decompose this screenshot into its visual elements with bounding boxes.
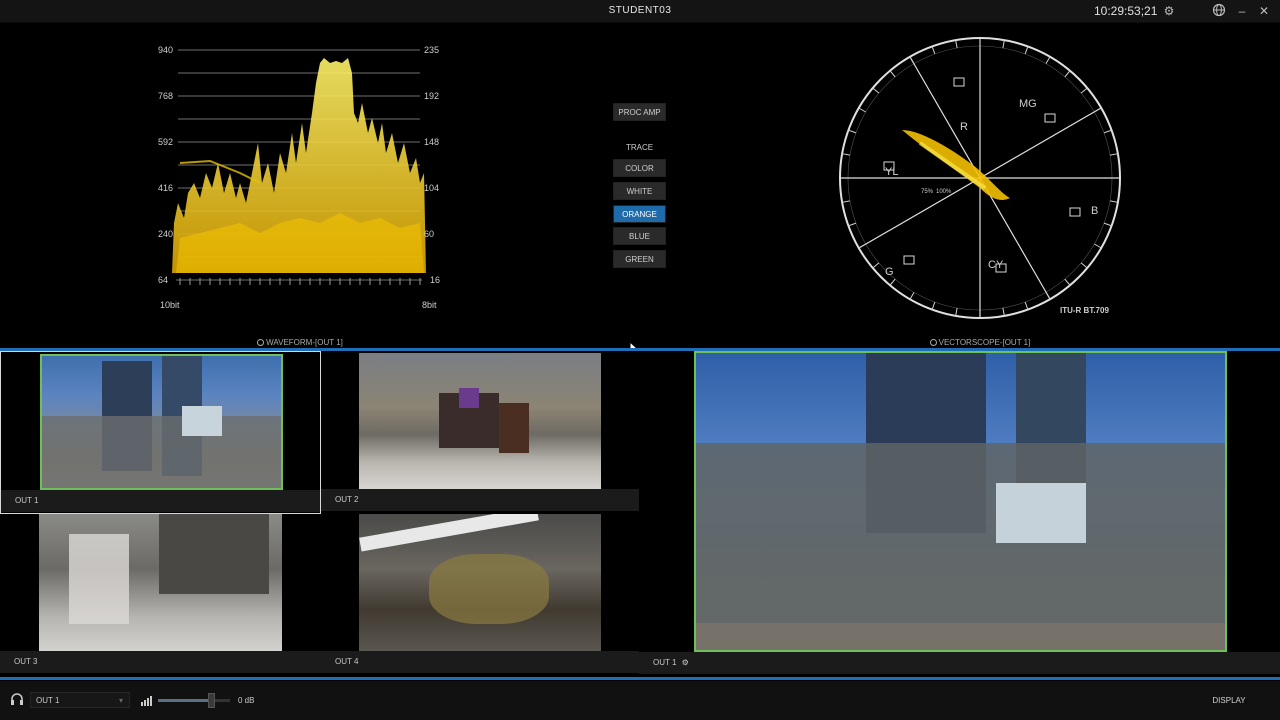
headphones-icon bbox=[10, 692, 24, 711]
close-icon[interactable]: ✕ bbox=[1256, 3, 1272, 19]
waveform-left-scale-0: 940 bbox=[158, 45, 174, 55]
scope-marker-icon bbox=[257, 339, 265, 346]
vectorscope-label: VECTORSCOPE-[OUT 1] bbox=[880, 338, 1080, 347]
waveform-left-scale-3: 416 bbox=[158, 183, 174, 193]
globe-icon[interactable] bbox=[1211, 3, 1227, 19]
window-title: STUDENT03 bbox=[608, 5, 672, 16]
waveform-label: WAVEFORM-[OUT 1] bbox=[200, 338, 400, 347]
gear-icon[interactable]: ⚙ bbox=[1161, 3, 1177, 19]
headphone-source-value: OUT 1 bbox=[36, 696, 60, 705]
monitor-out3[interactable]: OUT 3 bbox=[0, 514, 321, 676]
vector-target-yl: YL bbox=[885, 166, 899, 178]
proc-amp-button[interactable]: PROC AMP bbox=[613, 103, 666, 121]
waveform-right-unit: 8bit bbox=[422, 300, 437, 310]
volume-slider-handle[interactable] bbox=[208, 693, 215, 708]
vector-target-cy: CY bbox=[988, 259, 1004, 271]
display-button[interactable]: DISPLAY bbox=[1200, 692, 1258, 709]
program-preview bbox=[694, 351, 1227, 652]
volume-icon bbox=[140, 693, 154, 711]
out2-label: OUT 2 bbox=[321, 489, 639, 511]
vectorscope-label-text: VECTORSCOPE-[OUT 1] bbox=[938, 338, 1031, 347]
out2-preview bbox=[359, 353, 601, 489]
vectorscope-graph bbox=[839, 37, 1121, 319]
vector-target-r: R bbox=[960, 121, 968, 133]
out4-preview bbox=[359, 514, 601, 651]
trace-white-button[interactable]: WHITE bbox=[613, 182, 666, 200]
vector-target-g: G bbox=[885, 266, 894, 278]
scope-marker-icon bbox=[929, 339, 937, 346]
trace-orange-button[interactable]: ORANGE bbox=[613, 205, 666, 223]
timecode-clock: 10:29:53;21 bbox=[1094, 4, 1158, 18]
minimize-icon[interactable]: – bbox=[1234, 3, 1250, 19]
vector-100-label: 100% bbox=[936, 189, 952, 195]
monitor-out1[interactable]: OUT 1 bbox=[0, 351, 321, 514]
out1-preview bbox=[40, 354, 283, 490]
waveform-left-scale-2: 592 bbox=[158, 137, 174, 147]
monitor-out4[interactable]: OUT 4 bbox=[321, 514, 639, 676]
out4-label: OUT 4 bbox=[321, 651, 639, 673]
waveform-left-scale-4: 240 bbox=[158, 229, 174, 239]
waveform-right-scale-0: 235 bbox=[424, 45, 440, 55]
trace-green-button[interactable]: GREEN bbox=[613, 250, 666, 268]
chevron-down-icon: ▾ bbox=[119, 696, 124, 705]
monitor-out2[interactable]: OUT 2 bbox=[321, 351, 639, 514]
monitor-program[interactable]: OUT 1 ⚙ bbox=[639, 351, 1280, 676]
waveform-left-scale-1: 768 bbox=[158, 91, 174, 101]
title-bar: STUDENT03 10:29:53;21 ⚙ – ✕ bbox=[0, 0, 1280, 23]
volume-value: 0 dB bbox=[238, 696, 255, 705]
vector-target-mg: MG bbox=[1019, 98, 1037, 110]
program-label: OUT 1 ⚙ bbox=[639, 652, 1280, 674]
out1-label: OUT 1 bbox=[1, 490, 320, 512]
program-label-text: OUT 1 bbox=[653, 658, 677, 667]
waveform-right-scale-2: 148 bbox=[424, 137, 440, 147]
out3-label: OUT 3 bbox=[0, 651, 321, 673]
waveform-right-scale-3: 104 bbox=[424, 183, 440, 193]
headphone-source-select[interactable]: OUT 1 ▾ bbox=[30, 692, 130, 708]
multiviewer: OUT 1 OUT 2 OUT 3 OUT 4 OUT 1 ⚙ bbox=[0, 351, 1280, 676]
vector-75-label: 75% bbox=[921, 189, 934, 195]
volume-slider-fill bbox=[158, 699, 212, 702]
waveform-left-scale-5: 64 bbox=[158, 275, 169, 285]
vector-target-b: B bbox=[1091, 205, 1099, 217]
waveform-label-text: WAVEFORM-[OUT 1] bbox=[266, 338, 343, 347]
volume-slider[interactable] bbox=[158, 693, 230, 708]
waveform-right-scale-1: 192 bbox=[424, 91, 440, 101]
trace-blue-button[interactable]: BLUE bbox=[613, 227, 666, 245]
scopes-panel: 940 768 592 416 240 64 235 192 148 104 6… bbox=[0, 23, 1280, 361]
out3-preview bbox=[39, 514, 282, 651]
vectorscope-standard: ITU-R BT.709 bbox=[1060, 306, 1109, 315]
trace-heading: TRACE bbox=[625, 143, 654, 152]
waveform-right-scale-5: 16 bbox=[430, 275, 441, 285]
gear-icon[interactable]: ⚙ bbox=[682, 658, 689, 667]
waveform-right-scale-4: 60 bbox=[424, 229, 435, 239]
waveform-left-unit: 10bit bbox=[160, 300, 180, 310]
bottom-toolbar: OUT 1 ▾ 0 dB DISPLAY bbox=[0, 681, 1280, 720]
multiview-divider bbox=[0, 677, 1280, 680]
waveform-graph bbox=[172, 49, 426, 285]
trace-color-button[interactable]: COLOR bbox=[613, 159, 666, 177]
